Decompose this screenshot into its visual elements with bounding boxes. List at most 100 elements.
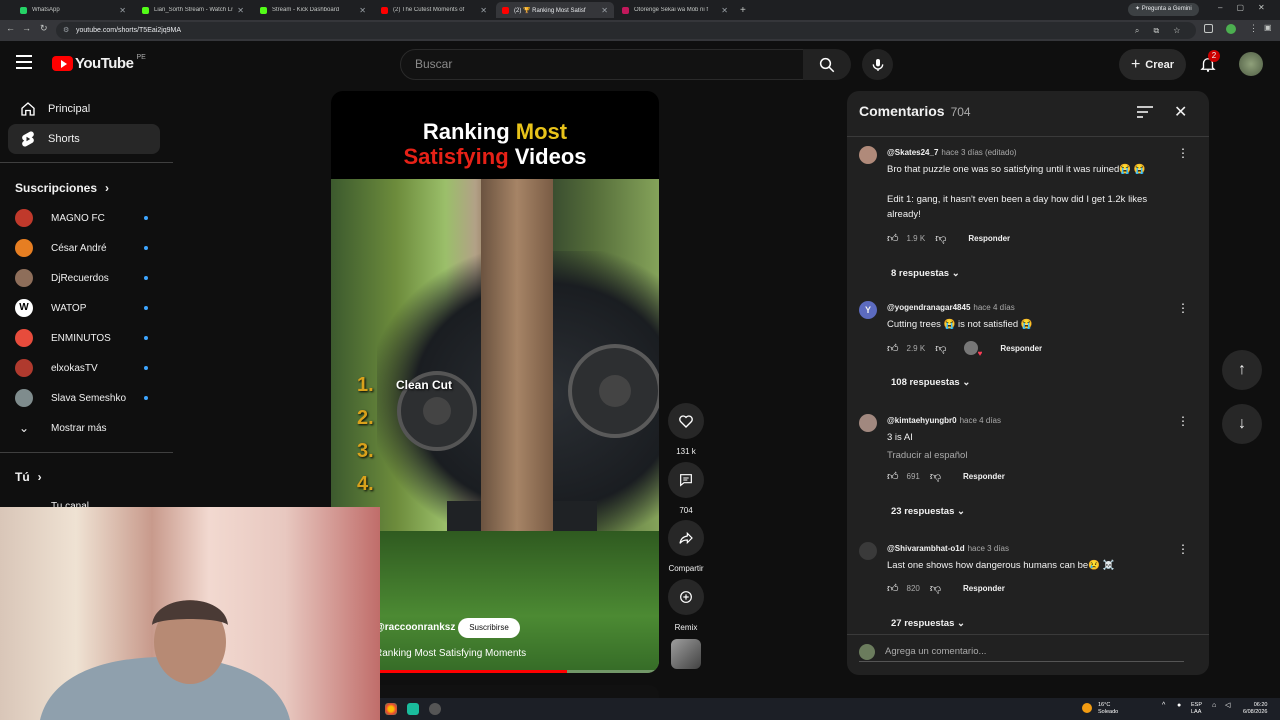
comment-author[interactable]: @yogendranagar4845 hace 4 días xyxy=(887,303,1015,312)
reply-button[interactable]: Responder xyxy=(963,472,1005,481)
comment-more-icon[interactable]: ⋮ xyxy=(1177,414,1189,428)
close-tab-icon[interactable]: ✕ xyxy=(237,6,244,15)
subscription-item[interactable]: MAGNO FC xyxy=(15,208,160,228)
subscription-item[interactable]: elxokasTV xyxy=(15,358,160,378)
reload-icon[interactable]: ↻ xyxy=(40,23,48,34)
tray-chevron-icon[interactable]: ^ xyxy=(1162,702,1165,709)
comment-more-icon[interactable]: ⋮ xyxy=(1177,301,1189,315)
back-icon[interactable]: ← xyxy=(6,23,15,33)
like-button[interactable]: 131 k xyxy=(668,403,704,456)
browser-tab[interactable]: Stream - Kick Dashboard ✕ xyxy=(254,2,372,18)
url-field[interactable]: ⚙ youtube.com/shorts/T5Eai2jq9MA ⌕ ⧉ ☆ xyxy=(56,22,1196,39)
subscription-item[interactable]: W WATOP xyxy=(15,298,160,318)
close-tab-icon[interactable]: ✕ xyxy=(601,6,608,15)
commenter-avatar[interactable] xyxy=(859,542,877,560)
reply-button[interactable]: Responder xyxy=(1000,344,1042,353)
window-controls[interactable]: –▢✕ xyxy=(1218,3,1279,12)
obs-taskbar-icon[interactable] xyxy=(429,703,441,715)
short-video-player[interactable]: Ranking Most Satisfying Videos 1. Clean … xyxy=(331,91,659,673)
chrome-taskbar-icon[interactable] xyxy=(385,703,397,715)
browser-tab-active[interactable]: (2) 🏆 Ranking Most Satisf ✕ xyxy=(496,2,614,18)
account-avatar[interactable] xyxy=(1239,52,1263,76)
commenter-avatar[interactable]: Y xyxy=(859,301,877,319)
video-caption[interactable]: Ranking Most Satisfying Moments xyxy=(375,648,526,659)
translate-link[interactable]: Traducir al español xyxy=(887,448,1187,463)
thumbs-down-icon[interactable]: 👎︎ xyxy=(935,342,946,355)
profile-avatar[interactable] xyxy=(1226,24,1236,34)
microphone-tray-icon[interactable]: ● xyxy=(1177,702,1181,709)
thumbs-up-icon[interactable]: 👍︎ xyxy=(887,342,899,355)
gemini-button[interactable]: ✦ Pregunta a Gemini xyxy=(1128,3,1199,16)
close-tab-icon[interactable]: ✕ xyxy=(480,6,487,15)
app-taskbar-icon[interactable] xyxy=(407,703,419,715)
share-button[interactable]: Compartir xyxy=(668,520,704,573)
browser-tab[interactable]: Otorenge Sekai wa Mob ni f ✕ xyxy=(616,2,734,18)
notification-badge: 2 xyxy=(1208,50,1220,62)
sidebar-item-home[interactable]: Principal xyxy=(8,94,160,124)
previous-short-button[interactable]: ↑ xyxy=(1222,350,1262,390)
close-tab-icon[interactable]: ✕ xyxy=(359,6,366,15)
close-tab-icon[interactable]: ✕ xyxy=(119,6,126,15)
view-replies-button[interactable]: 23 respuestas ⌄ xyxy=(891,506,965,517)
browser-tab[interactable]: WhatsApp ✕ xyxy=(14,2,132,18)
subscriptions-header[interactable]: Suscripciones › xyxy=(15,181,109,195)
thumbs-down-icon[interactable]: 👎︎ xyxy=(930,470,941,483)
reply-button[interactable]: Responder xyxy=(968,234,1010,243)
commenter-avatar[interactable] xyxy=(859,146,877,164)
thumbs-up-icon[interactable]: 👍︎ xyxy=(887,470,899,483)
view-replies-button[interactable]: 27 respuestas ⌄ xyxy=(891,618,965,629)
reply-button[interactable]: Responder xyxy=(963,584,1005,593)
channel-name[interactable]: @raccoonranksz xyxy=(375,622,455,633)
browser-tab[interactable]: (2) The Cutest Moments of ✕ xyxy=(375,2,493,18)
sidebar-item-shorts[interactable]: Shorts xyxy=(8,124,160,154)
subscription-item[interactable]: César André xyxy=(15,238,160,258)
remix-button[interactable]: Remix xyxy=(668,579,704,632)
thumbs-up-icon[interactable]: 👍︎ xyxy=(887,582,899,595)
comments-button[interactable]: 704 xyxy=(668,462,704,515)
thumbs-down-icon[interactable]: 👎︎ xyxy=(935,232,946,245)
view-replies-button[interactable]: 8 respuestas ⌄ xyxy=(891,268,960,279)
comment-more-icon[interactable]: ⋮ xyxy=(1177,542,1189,556)
next-short-button[interactable]: ↓ xyxy=(1222,404,1262,444)
youtube-logo[interactable]: YouTube PE xyxy=(52,54,146,72)
thumbs-down-icon[interactable]: 👎︎ xyxy=(930,582,941,595)
add-comment-input[interactable]: Agrega un comentario... xyxy=(859,642,1184,662)
browser-tab[interactable]: Lian_Sorth Stream - Watch Liv ✕ xyxy=(136,2,250,18)
view-replies-button[interactable]: 108 respuestas ⌄ xyxy=(891,377,970,388)
you-header[interactable]: Tú › xyxy=(15,470,42,484)
notifications-button[interactable]: 2 xyxy=(1199,50,1220,78)
language-indicator[interactable]: ESP LAA xyxy=(1191,702,1202,716)
site-info-icon[interactable]: ⚙ xyxy=(63,22,69,39)
create-button[interactable]: + Crear xyxy=(1119,49,1186,80)
close-tab-icon[interactable]: ✕ xyxy=(721,6,728,15)
comment-author[interactable]: @Shivarambhat-o1d hace 3 días xyxy=(887,544,1009,553)
close-comments-button[interactable]: ✕ xyxy=(1174,102,1187,122)
sort-comments-button[interactable] xyxy=(1137,105,1153,124)
new-tab-button[interactable]: + xyxy=(734,2,748,18)
sidepanel-icon[interactable]: ▣ xyxy=(1264,23,1272,32)
bookmark-star-icon[interactable]: ⌕ ⧉ ☆ xyxy=(1135,22,1186,39)
video-progress-bar[interactable] xyxy=(331,670,659,673)
search-button[interactable] xyxy=(803,49,851,80)
subscription-item[interactable]: DjRecuerdos xyxy=(15,268,160,288)
menu-icon[interactable] xyxy=(16,55,32,69)
comment-more-icon[interactable]: ⋮ xyxy=(1177,146,1189,160)
comment-author[interactable]: @Skates24_7 hace 3 días (editado) xyxy=(887,148,1017,157)
show-more-button[interactable]: ⌄ Mostrar más xyxy=(15,418,160,438)
sound-thumbnail[interactable] xyxy=(671,639,701,669)
comment-author[interactable]: @kimtaehyungbr0 hace 4 días xyxy=(887,416,1001,425)
subscription-item[interactable]: Slava Semeshko xyxy=(15,388,160,408)
thumbs-up-icon[interactable]: 👍︎ xyxy=(887,232,899,245)
subscription-item[interactable]: ENMINUTOS xyxy=(15,328,160,348)
weather-widget[interactable]: 16°C Soleado xyxy=(1098,702,1118,716)
clock[interactable]: 06:20 6/08/2026 xyxy=(1243,702,1267,716)
volume-tray-icon[interactable]: ◁ xyxy=(1225,702,1230,709)
voice-search-button[interactable] xyxy=(862,49,893,80)
network-tray-icon[interactable]: ⌂ xyxy=(1212,702,1216,709)
forward-icon[interactable]: → xyxy=(22,23,31,33)
commenter-avatar[interactable] xyxy=(859,414,877,432)
search-input[interactable]: Buscar xyxy=(400,49,804,80)
browser-menu-icon[interactable]: ⋮ xyxy=(1249,23,1258,34)
subscribe-button[interactable]: Suscribirse xyxy=(458,618,520,638)
extensions-icon[interactable] xyxy=(1204,24,1213,33)
